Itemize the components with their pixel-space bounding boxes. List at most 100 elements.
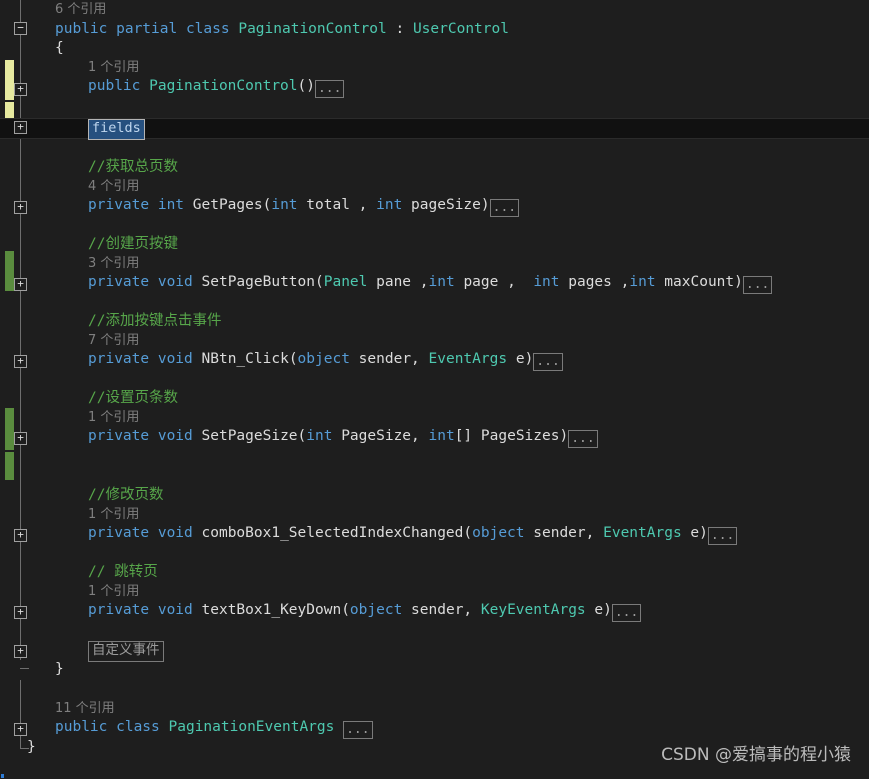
- codelens-reference-count[interactable]: 11 个引用: [55, 701, 115, 716]
- code-line[interactable]: //设置页条数: [0, 389, 869, 408]
- collapsed-block-ellipsis[interactable]: ...: [707, 527, 738, 545]
- code-token: private: [88, 274, 158, 290]
- code-line[interactable]: 7 个引用: [0, 331, 869, 350]
- code-line[interactable]: //创建页按键: [0, 235, 869, 254]
- code-line[interactable]: [0, 140, 869, 159]
- code-line[interactable]: [0, 447, 869, 466]
- code-line[interactable]: //添加按键点击事件: [0, 312, 869, 331]
- code-line[interactable]: private int GetPages(int total , int pag…: [0, 196, 869, 217]
- collapsed-block-ellipsis[interactable]: ...: [568, 430, 598, 448]
- fold-expand-icon[interactable]: +: [14, 83, 27, 96]
- fold-expand-icon[interactable]: +: [14, 529, 27, 542]
- code-token: object: [472, 525, 525, 541]
- code-line[interactable]: private void NBtn_Click(object sender, E…: [0, 350, 869, 371]
- fold-expand-icon[interactable]: +: [14, 645, 27, 658]
- collapsed-region-label-selected[interactable]: fields: [88, 119, 145, 140]
- codelens-reference-count[interactable]: 6 个引用: [55, 2, 106, 17]
- code-token: }: [27, 739, 36, 755]
- code-line[interactable]: 1 个引用: [0, 58, 869, 77]
- code-token: (): [297, 78, 315, 94]
- code-line[interactable]: // 跳转页: [0, 563, 869, 582]
- code-token: int: [428, 428, 455, 444]
- code-token: private: [88, 197, 158, 213]
- code-line[interactable]: {: [0, 39, 869, 58]
- codelens-reference-count[interactable]: 4 个引用: [88, 179, 139, 194]
- code-line[interactable]: private void SetPageSize(int PageSize, i…: [0, 427, 869, 448]
- collapsed-block-ellipsis[interactable]: ...: [314, 80, 345, 98]
- collapsed-block-ellipsis[interactable]: ...: [611, 604, 642, 622]
- fold-expand-icon[interactable]: +: [14, 355, 27, 368]
- code-line[interactable]: 1 个引用: [0, 505, 869, 524]
- code-token: ): [524, 351, 534, 367]
- code-line[interactable]: [0, 544, 869, 563]
- code-token: []: [454, 428, 481, 444]
- code-token: {: [55, 40, 64, 56]
- fold-expand-icon[interactable]: +: [14, 432, 27, 445]
- code-line[interactable]: 自定义事件: [0, 641, 869, 662]
- fold-expand-icon[interactable]: +: [14, 723, 27, 736]
- code-token: (: [297, 428, 307, 444]
- code-line[interactable]: //修改页数: [0, 486, 869, 505]
- code-editor[interactable]: 6 个引用 public partial class PaginationCont…: [0, 0, 869, 779]
- code-token: ): [480, 197, 490, 213]
- code-token: PaginationEventArgs: [168, 719, 344, 735]
- codelens-reference-count[interactable]: 7 个引用: [88, 333, 139, 348]
- code-line[interactable]: [0, 466, 869, 485]
- code-token: pages: [559, 274, 621, 290]
- code-line[interactable]: [0, 293, 869, 312]
- collapsed-block-ellipsis[interactable]: ...: [343, 721, 373, 739]
- code-line[interactable]: 6 个引用: [0, 0, 869, 19]
- code-line[interactable]: [0, 216, 869, 235]
- code-line[interactable]: 1 个引用: [0, 582, 869, 601]
- fold-collapse-icon[interactable]: −: [14, 22, 27, 35]
- code-token: void: [157, 351, 202, 367]
- code-line[interactable]: public partial class PaginationControl :…: [0, 20, 869, 39]
- codelens-reference-count[interactable]: 1 个引用: [88, 584, 139, 599]
- code-line[interactable]: private void textBox1_KeyDown(object sen…: [0, 601, 869, 622]
- code-line[interactable]: [0, 680, 869, 699]
- code-token: object: [349, 602, 403, 618]
- code-line[interactable]: private void comboBox1_SelectedIndexChan…: [0, 524, 869, 545]
- code-token: SetPageButton: [201, 274, 316, 290]
- code-token: :: [386, 21, 413, 37]
- fold-expand-icon[interactable]: +: [14, 121, 27, 134]
- code-token: partial: [116, 21, 186, 37]
- code-line[interactable]: //获取总页数: [0, 158, 869, 177]
- code-line[interactable]: 1 个引用: [0, 408, 869, 427]
- fold-expand-icon[interactable]: +: [14, 278, 27, 291]
- code-token: total: [297, 197, 359, 213]
- collapsed-block-ellipsis[interactable]: ...: [533, 353, 563, 371]
- codelens-reference-count[interactable]: 3 个引用: [88, 256, 139, 271]
- collapsed-block-ellipsis[interactable]: ...: [489, 199, 520, 217]
- code-line[interactable]: }: [0, 660, 869, 679]
- code-token: ,: [507, 274, 534, 290]
- code-token: //获取总页数: [88, 159, 178, 175]
- code-line[interactable]: private void SetPageButton(Panel pane ,i…: [0, 273, 869, 294]
- code-token: //创建页按键: [88, 236, 178, 252]
- code-line[interactable]: 3 个引用: [0, 254, 869, 273]
- code-token: NBtn_Click: [201, 351, 289, 367]
- codelens-reference-count[interactable]: 1 个引用: [88, 410, 139, 425]
- collapsed-block-ellipsis[interactable]: ...: [742, 276, 773, 294]
- code-token: public: [55, 21, 117, 37]
- code-line[interactable]: [0, 370, 869, 389]
- code-token: class: [116, 719, 169, 735]
- code-token: public: [88, 78, 150, 94]
- code-token: int: [629, 274, 656, 290]
- code-token: int: [428, 274, 455, 290]
- code-line[interactable]: [0, 621, 869, 640]
- code-line[interactable]: public class PaginationEventArgs ...: [0, 718, 869, 739]
- codelens-reference-count[interactable]: 1 个引用: [88, 60, 139, 75]
- fold-expand-icon[interactable]: +: [14, 606, 27, 619]
- codelens-reference-count[interactable]: 1 个引用: [88, 507, 139, 522]
- fold-expand-icon[interactable]: +: [14, 201, 27, 214]
- code-token: public: [55, 719, 117, 735]
- code-line[interactable]: [0, 97, 869, 116]
- code-line[interactable]: 11 个引用: [0, 699, 869, 718]
- code-line[interactable]: 4 个引用: [0, 177, 869, 196]
- code-token: int: [271, 197, 298, 213]
- code-token: Panel: [323, 274, 368, 290]
- code-line[interactable]: public PaginationControl()...: [0, 77, 869, 98]
- code-line-current[interactable]: fields: [0, 118, 869, 140]
- collapsed-region-label[interactable]: 自定义事件: [88, 641, 164, 662]
